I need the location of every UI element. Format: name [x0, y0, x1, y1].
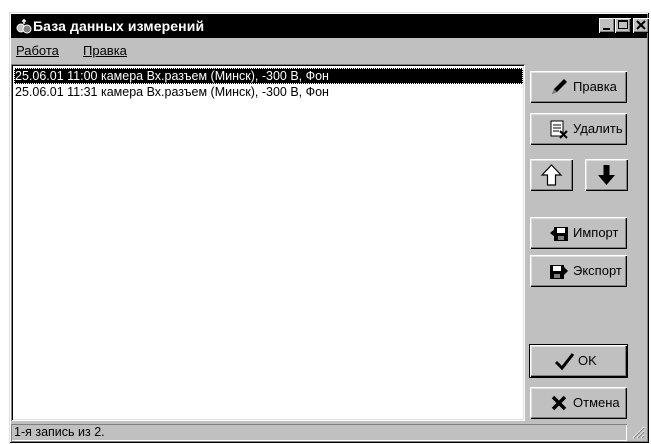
cancel-button[interactable]: Отмена [530, 387, 627, 419]
title-bar[interactable]: База данных измерений [11, 14, 649, 38]
floppy-export-icon [550, 265, 568, 279]
status-panel: 1-я запись из 2. [11, 424, 627, 441]
delete-button[interactable]: Удалить [530, 113, 627, 145]
move-up-button[interactable] [530, 159, 573, 191]
export-button[interactable]: Экспорт [530, 255, 627, 287]
move-down-button[interactable] [585, 159, 628, 191]
status-text: 1-я запись из 2. [14, 425, 105, 439]
x-icon [551, 395, 567, 411]
measurements-list[interactable]: 25.06.01 11:00 камера Вх.разъем (Минск),… [11, 64, 525, 421]
list-item[interactable]: 25.06.01 11:00 камера Вх.разъем (Минск),… [14, 68, 523, 84]
window-title: База данных измерений [33, 18, 205, 34]
minimize-button[interactable] [599, 18, 615, 33]
pencil-icon [552, 79, 567, 94]
close-button[interactable] [633, 18, 649, 33]
floppy-import-icon [550, 227, 568, 241]
menu-pravka[interactable]: Правка [83, 43, 127, 58]
import-button[interactable]: Импорт [530, 217, 627, 249]
arrow-down-icon [598, 165, 615, 185]
edit-button[interactable]: Правка [530, 71, 627, 103]
list-item[interactable]: 25.06.01 11:31 камера Вх.разъем (Минск),… [14, 84, 329, 100]
arrow-up-icon [540, 164, 563, 186]
export-button-label: Экспорт [573, 263, 622, 278]
resize-grip-icon[interactable] [631, 425, 645, 439]
minimize-icon [603, 28, 610, 30]
delete-document-icon [550, 120, 568, 139]
status-bar: 1-я запись из 2. [11, 424, 647, 441]
maximize-icon [618, 20, 628, 29]
close-icon [636, 20, 646, 30]
database-app-icon [16, 19, 32, 34]
menu-rabota[interactable]: Работа [16, 43, 59, 58]
ok-button-label: OK [578, 353, 597, 368]
delete-button-label: Удалить [573, 121, 623, 136]
app-window: База данных измерений Работа Правка 25.0… [9, 12, 649, 443]
cancel-button-label: Отмена [573, 395, 620, 410]
maximize-button[interactable] [615, 18, 631, 33]
import-button-label: Импорт [573, 225, 619, 240]
ok-button[interactable]: OK [529, 344, 628, 378]
edit-button-label: Правка [573, 79, 617, 94]
checkmark-icon [554, 353, 574, 371]
menu-bar: Работа Правка [11, 40, 647, 60]
